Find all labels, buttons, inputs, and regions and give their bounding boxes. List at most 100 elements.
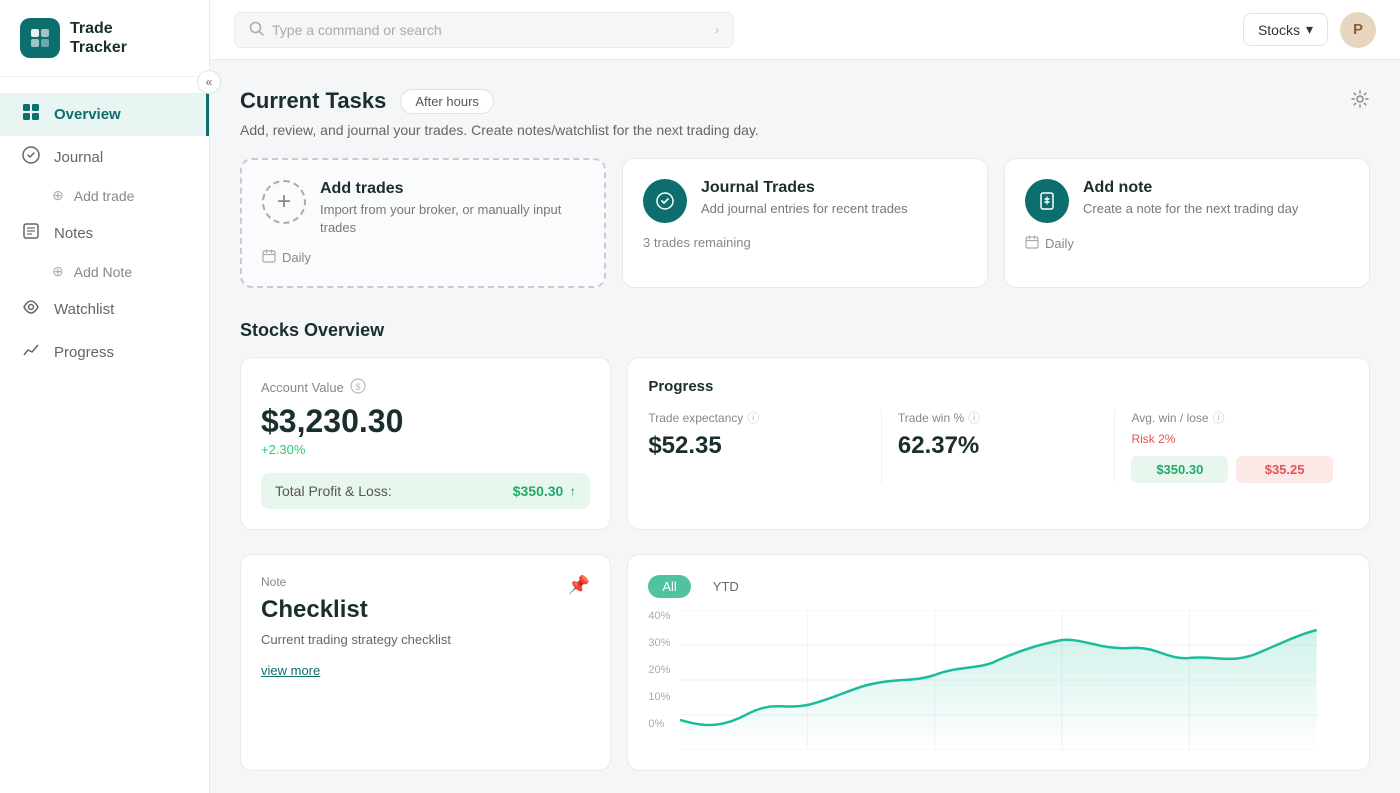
sidebar-item-journal[interactable]: Journal (0, 136, 209, 179)
search-input[interactable] (272, 22, 707, 38)
sidebar-item-label-overview: Overview (54, 106, 121, 123)
note-card: Note 📌 Checklist Current trading strateg… (240, 554, 611, 771)
chart-tab-all[interactable]: All (648, 575, 690, 598)
journal-icon (20, 146, 42, 169)
pnl-label: Total Profit & Loss: (275, 483, 392, 499)
stocks-label: Stocks (1258, 22, 1300, 38)
stocks-overview-section: Stocks Overview Account Value $ $3,230.3… (240, 320, 1370, 530)
search-bar[interactable]: › (234, 12, 734, 48)
sidebar-item-notes[interactable]: Notes (0, 212, 209, 255)
progress-card-title: Progress (648, 378, 1349, 395)
chart-label-40: 40% (648, 610, 670, 622)
content-area: Current Tasks After hours Add, review, a… (210, 60, 1400, 793)
bottom-cards-grid: Note 📌 Checklist Current trading strateg… (240, 554, 1370, 771)
chevron-down-icon: ▾ (1306, 21, 1313, 38)
after-hours-badge: After hours (400, 89, 494, 114)
task-card-add-trades[interactable]: + Add trades Import from your broker, or… (240, 158, 606, 288)
pnl-up-arrow: ↑ (569, 483, 576, 499)
add-trades-footer-text: Daily (282, 250, 311, 265)
chart-y-labels: 40% 30% 20% 10% 0% (648, 610, 678, 730)
metric-win-label: Trade win % ⓘ (898, 409, 1099, 426)
pnl-value: $350.30 ↑ (513, 483, 577, 499)
logo-text-line1: Trade (70, 19, 127, 38)
note-desc: Current trading strategy checklist (261, 632, 590, 647)
add-note-title: Add note (1083, 179, 1298, 197)
avatar[interactable]: P (1340, 12, 1376, 48)
progress-icon (20, 341, 42, 364)
current-tasks-desc: Add, review, and journal your trades. Cr… (240, 122, 1370, 138)
metric-avg-win-lose: Avg. win / lose ⓘ Risk 2% $350.30 $35.25 (1115, 409, 1349, 483)
add-trades-title: Add trades (320, 180, 584, 198)
metric-avg-sub: Risk 2% (1131, 432, 1333, 446)
metric-expectancy-value: $52.35 (648, 432, 865, 460)
sidebar-nav: Overview Journal ⊕ Add trade (0, 77, 209, 793)
current-tasks-header: Current Tasks After hours (240, 88, 1370, 114)
sidebar-item-watchlist[interactable]: Watchlist (0, 288, 209, 331)
add-trades-plus-icon: + (262, 180, 306, 224)
note-card-header: Note 📌 (261, 575, 590, 596)
chart-svg (648, 610, 1317, 750)
svg-text:$: $ (355, 382, 360, 392)
sidebar-item-overview[interactable]: Overview (0, 93, 209, 136)
search-shortcut-icon: › (715, 23, 719, 37)
chart-label-10: 10% (648, 691, 670, 703)
view-more-link[interactable]: view more (261, 663, 590, 678)
sidebar-collapse-button[interactable]: « (197, 70, 221, 94)
stocks-dropdown[interactable]: Stocks ▾ (1243, 13, 1328, 46)
task-cards-grid: + Add trades Import from your broker, or… (240, 158, 1370, 288)
sidebar-item-label-journal: Journal (54, 149, 103, 166)
metric-avg-label: Avg. win / lose ⓘ (1131, 409, 1333, 426)
progress-card: Progress Trade expectancy ⓘ $52.35 (627, 357, 1370, 530)
add-note-icon: ⊕ (52, 263, 64, 280)
win-bar: $350.30 (1131, 456, 1228, 483)
info-icon-3: ⓘ (1213, 409, 1225, 426)
logo-text-line2: Tracker (70, 38, 127, 57)
overview-cards-grid: Account Value $ $3,230.30 +2.30% Total P… (240, 357, 1370, 530)
journal-trades-footer: 3 trades remaining (643, 235, 967, 250)
metric-bars: $350.30 $35.25 (1131, 456, 1333, 483)
metric-expectancy-label: Trade expectancy ⓘ (648, 409, 865, 426)
add-note-footer: Daily (1025, 235, 1349, 252)
overview-icon (20, 103, 42, 126)
add-trades-desc: Import from your broker, or manually inp… (320, 201, 584, 237)
account-value-card: Account Value $ $3,230.30 +2.30% Total P… (240, 357, 611, 530)
journal-trades-icon (643, 179, 687, 223)
task-card-header-add-trades: + Add trades Import from your broker, or… (262, 180, 584, 237)
sidebar: Trade Tracker « Overview (0, 0, 210, 793)
pin-icon[interactable]: 📌 (568, 575, 590, 596)
topbar: › Stocks ▾ P (210, 0, 1400, 60)
sidebar-item-add-trade[interactable]: ⊕ Add trade (0, 179, 209, 212)
task-card-journal-trades[interactable]: Journal Trades Add journal entries for r… (622, 158, 988, 288)
dollar-icon: $ (350, 378, 366, 397)
add-note-footer-text: Daily (1045, 236, 1074, 251)
watchlist-icon (20, 298, 42, 321)
progress-metrics: Trade expectancy ⓘ $52.35 Trade win % ⓘ (648, 409, 1349, 483)
task-card-header-add-note: Add note Create a note for the next trad… (1025, 179, 1349, 223)
account-value-label: Account Value $ (261, 378, 590, 397)
metric-trade-win: Trade win % ⓘ 62.37% (882, 409, 1116, 483)
info-icon-1: ⓘ (747, 409, 759, 426)
pnl-bar: Total Profit & Loss: $350.30 ↑ (261, 473, 590, 509)
add-note-desc: Create a note for the next trading day (1083, 200, 1298, 218)
sidebar-item-progress[interactable]: Progress (0, 331, 209, 374)
sidebar-sub-label-add-trade: Add trade (74, 188, 135, 204)
chart-area: 40% 30% 20% 10% 0% (648, 610, 1349, 750)
topbar-right: Stocks ▾ P (1243, 12, 1376, 48)
journal-trades-desc: Add journal entries for recent trades (701, 200, 908, 218)
task-card-add-note[interactable]: Add note Create a note for the next trad… (1004, 158, 1370, 288)
main-area: › Stocks ▾ P Current Tasks After hours A… (210, 0, 1400, 793)
lose-bar: $35.25 (1236, 456, 1333, 483)
chart-tab-ytd[interactable]: YTD (699, 575, 753, 598)
note-type-label: Note (261, 575, 286, 589)
add-trades-footer: Daily (262, 249, 584, 266)
chart-label-0: 0% (648, 718, 670, 730)
logo-icon (20, 18, 60, 58)
metric-trade-expectancy: Trade expectancy ⓘ $52.35 (648, 409, 882, 483)
sidebar-item-label-notes: Notes (54, 225, 93, 242)
sidebar-item-add-note[interactable]: ⊕ Add Note (0, 255, 209, 288)
sidebar-item-label-progress: Progress (54, 344, 114, 361)
add-trade-icon: ⊕ (52, 187, 64, 204)
settings-button[interactable] (1350, 89, 1370, 114)
search-icon (249, 21, 264, 39)
calendar-icon-2 (1025, 235, 1039, 252)
